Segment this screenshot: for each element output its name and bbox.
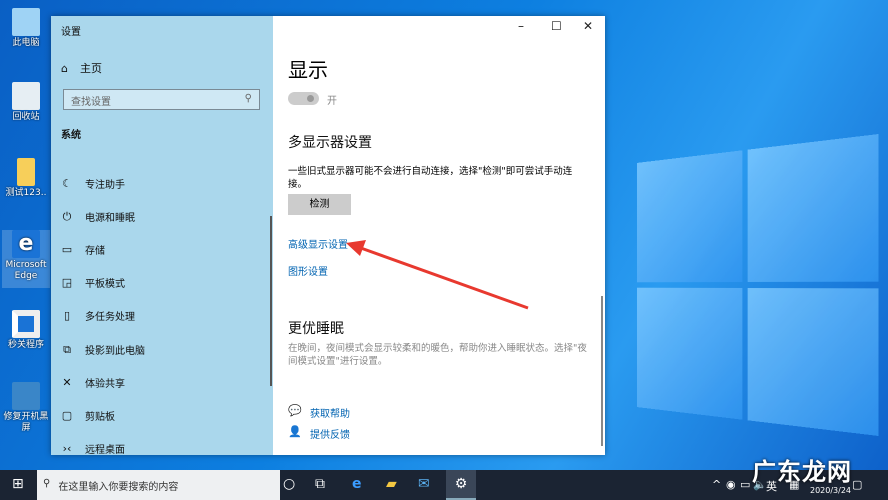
notification-icon[interactable]: ▢ bbox=[852, 478, 862, 491]
task-view-icon[interactable]: ⧉ bbox=[315, 476, 325, 492]
settings-taskbar-icon[interactable]: ⚙ bbox=[446, 470, 476, 500]
cortana-icon[interactable]: ○ bbox=[283, 476, 295, 492]
search-icon: ⚲ bbox=[43, 478, 50, 492]
start-button[interactable]: ⊞ bbox=[12, 476, 24, 492]
clock-date[interactable]: 2020/3/24 bbox=[810, 486, 851, 495]
red-annotation-arrow bbox=[0, 0, 888, 500]
watermark: 广东龙网 bbox=[752, 452, 852, 487]
network-icon[interactable]: ▭ bbox=[740, 478, 750, 491]
taskbar-search[interactable]: ⚲在这里输入你要搜索的内容 bbox=[37, 470, 280, 500]
edge-taskbar-icon[interactable]: e bbox=[352, 476, 362, 492]
mail-icon[interactable]: ✉ bbox=[418, 476, 430, 492]
system-tray-icon[interactable]: ◉ bbox=[726, 478, 736, 491]
show-hidden-icons[interactable]: ^ bbox=[712, 478, 721, 491]
file-explorer-icon[interactable]: ▰ bbox=[386, 476, 397, 492]
